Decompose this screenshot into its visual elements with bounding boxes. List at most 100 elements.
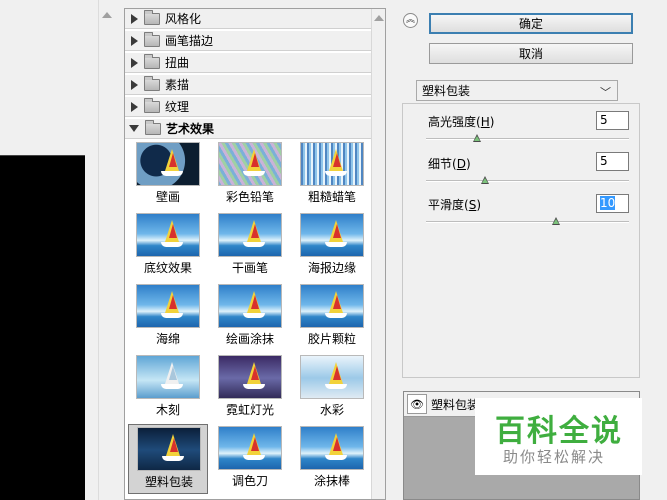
category-distort[interactable]: 扭曲 (125, 53, 372, 73)
category-label: 艺术效果 (166, 122, 215, 136)
filter-preview-image (136, 142, 200, 186)
filter-thumbnail[interactable]: 霓虹灯光 (210, 353, 290, 423)
expand-triangle-icon[interactable] (131, 13, 138, 24)
category-brush-strokes[interactable]: 画笔描边 (125, 31, 372, 51)
filter-gallery: 风格化 画笔描边 扭曲 素描 纹理 艺术效果 壁画 彩色铅笔 粗糙蜡笔底纹效果 干画笔… (124, 8, 386, 500)
gallery-scrollbar[interactable] (371, 9, 385, 499)
filter-thumbnail[interactable]: 粗糙蜡笔 (292, 140, 372, 210)
filter-preview-image (218, 142, 282, 186)
filter-label: 木刻 (155, 403, 180, 417)
filter-label: 塑料包装 (144, 475, 193, 489)
filter-preview-image (136, 213, 200, 257)
filter-preview-image (300, 355, 364, 399)
filter-preview-image (218, 426, 282, 470)
filter-preview-image (136, 284, 200, 328)
cancel-button[interactable]: 取消 (429, 43, 633, 64)
category-label: 画笔描边 (165, 34, 214, 48)
category-label: 纹理 (165, 100, 190, 114)
scroll-up-arrow-icon[interactable] (102, 12, 112, 18)
scroll-up-arrow-icon[interactable] (374, 15, 384, 21)
filter-label: 涂抹棒 (313, 474, 350, 488)
slider-thumb[interactable] (552, 217, 560, 225)
slider-thumb[interactable] (481, 176, 489, 184)
folder-icon (144, 53, 160, 69)
filter-thumbnail[interactable]: 涂抹棒 (292, 424, 372, 494)
filter-label: 底纹效果 (143, 261, 192, 275)
smoothness-input[interactable]: 10 (596, 194, 629, 213)
highlight-strength-slider[interactable] (426, 134, 629, 142)
filter-thumbnail[interactable]: 胶片颗粒 (292, 282, 372, 352)
category-artistic[interactable]: 艺术效果 (125, 119, 372, 139)
filter-preview-image (300, 426, 364, 470)
filter-label: 粗糙蜡笔 (307, 190, 356, 204)
filter-thumbnail[interactable]: 绘画涂抹 (210, 282, 290, 352)
folder-icon (144, 9, 160, 25)
category-label: 扭曲 (165, 56, 190, 70)
filter-label: 胶片颗粒 (307, 332, 356, 346)
category-label: 风格化 (165, 12, 202, 26)
folder-icon (144, 97, 160, 113)
collapse-gallery-button[interactable]: ︽ (403, 13, 418, 28)
category-stylize[interactable]: 风格化 (125, 9, 372, 29)
filter-preview-image (137, 427, 201, 471)
category-texture[interactable]: 纹理 (125, 97, 372, 117)
effect-layer-name: 塑料包装 (431, 397, 480, 412)
filter-preview-image (136, 355, 200, 399)
preview-panel (0, 0, 115, 500)
chevron-down-icon: ﹀ (600, 86, 611, 99)
expand-triangle-icon[interactable] (131, 101, 138, 112)
category-label: 素描 (165, 78, 190, 92)
watermark: 百科全说 助你轻松解决 (475, 398, 642, 475)
filter-thumbnail[interactable]: 木刻 (128, 353, 208, 423)
filter-thumbnails: 壁画 彩色铅笔 粗糙蜡笔底纹效果 干画笔 海报边缘海绵 绘画涂抹 胶片颗粒木刻 霓虹灯光 水彩塑… (125, 140, 372, 499)
ok-button[interactable]: 确定 (429, 13, 633, 34)
filter-preview-image (218, 355, 282, 399)
folder-icon (144, 31, 160, 47)
filter-thumbnail[interactable]: 彩色铅笔 (210, 140, 290, 210)
highlight-strength-input[interactable]: 5 (596, 111, 629, 130)
watermark-subtitle: 助你轻松解决 (503, 448, 606, 466)
filter-label: 海绵 (155, 332, 180, 346)
filter-thumbnail[interactable]: 水彩 (292, 353, 372, 423)
folder-open-icon (145, 119, 161, 135)
filter-select-value: 塑料包装 (422, 84, 471, 98)
filter-label: 壁画 (155, 190, 180, 204)
detail-input[interactable]: 5 (596, 152, 629, 171)
detail-label: 细节(D) (428, 157, 471, 171)
eye-icon[interactable]: 👁 (407, 394, 427, 414)
filter-thumbnail[interactable]: 塑料包装 (128, 424, 208, 494)
filter-thumbnail[interactable]: 壁画 (128, 140, 208, 210)
category-sketch[interactable]: 素描 (125, 75, 372, 95)
filter-preview-image (300, 213, 364, 257)
expand-triangle-icon[interactable] (131, 35, 138, 46)
slider-thumb[interactable] (473, 134, 481, 142)
filter-preview-image (300, 284, 364, 328)
detail-slider[interactable] (426, 176, 629, 184)
preview-image[interactable] (0, 155, 85, 500)
chevron-double-up-icon: ︽ (405, 15, 415, 25)
filter-thumbnail[interactable]: 干画笔 (210, 211, 290, 281)
filter-thumbnail[interactable]: 海绵 (128, 282, 208, 352)
filter-preview-image (218, 213, 282, 257)
filter-select[interactable]: 塑料包装 ﹀ (416, 80, 618, 101)
smoothness-label: 平滑度(S) (428, 198, 482, 212)
filter-thumbnail[interactable]: 调色刀 (210, 424, 290, 494)
preview-scrollbar[interactable] (98, 0, 115, 500)
filter-settings (402, 103, 640, 378)
filter-label: 海报边缘 (307, 261, 356, 275)
filter-label: 水彩 (319, 403, 344, 417)
filter-preview-image (300, 142, 364, 186)
filter-label: 绘画涂抹 (225, 332, 274, 346)
filter-thumbnail[interactable]: 海报边缘 (292, 211, 372, 281)
watermark-title: 百科全说 (495, 414, 623, 449)
expand-triangle-icon[interactable] (131, 57, 138, 68)
highlight-strength-label: 高光强度(H) (428, 115, 495, 129)
filter-thumbnail[interactable]: 底纹效果 (128, 211, 208, 281)
collapse-triangle-icon[interactable] (129, 125, 139, 132)
smoothness-slider[interactable] (426, 217, 629, 225)
folder-icon (144, 75, 160, 91)
filter-label: 彩色铅笔 (225, 190, 274, 204)
filter-label: 霓虹灯光 (225, 403, 274, 417)
expand-triangle-icon[interactable] (131, 79, 138, 90)
filter-preview-image (218, 284, 282, 328)
